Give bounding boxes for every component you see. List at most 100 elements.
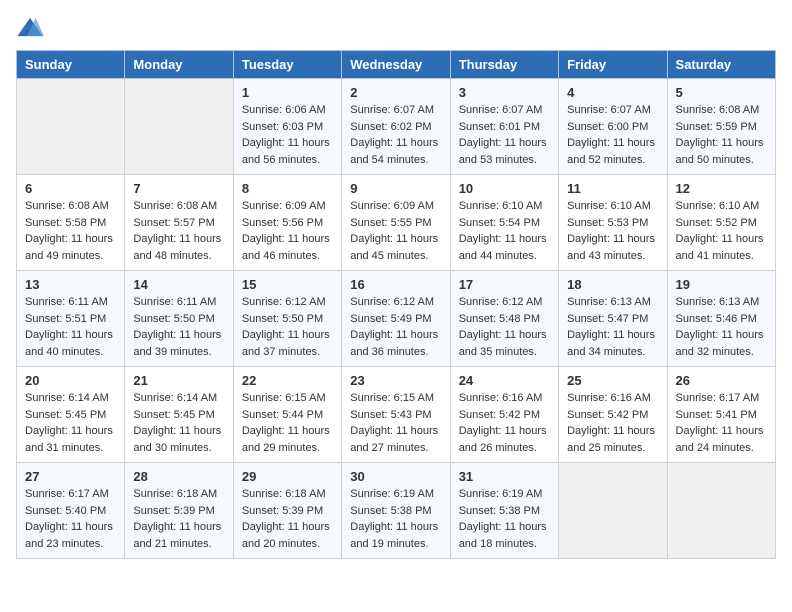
day-number: 11 <box>567 181 658 196</box>
weekday-header-wednesday: Wednesday <box>342 51 450 79</box>
weekday-header-saturday: Saturday <box>667 51 775 79</box>
cell-content: Sunrise: 6:14 AMSunset: 5:45 PMDaylight:… <box>133 390 224 456</box>
day-number: 23 <box>350 373 441 388</box>
cell-content: Sunrise: 6:09 AMSunset: 5:56 PMDaylight:… <box>242 198 333 264</box>
cell-content: Sunrise: 6:13 AMSunset: 5:47 PMDaylight:… <box>567 294 658 360</box>
day-number: 12 <box>676 181 767 196</box>
day-number: 7 <box>133 181 224 196</box>
day-number: 30 <box>350 469 441 484</box>
day-number: 14 <box>133 277 224 292</box>
calendar-cell: 23 Sunrise: 6:15 AMSunset: 5:43 PMDayligh… <box>342 367 450 463</box>
cell-content: Sunrise: 6:11 AMSunset: 5:50 PMDaylight:… <box>133 294 224 360</box>
cell-content: Sunrise: 6:16 AMSunset: 5:42 PMDaylight:… <box>459 390 550 456</box>
calendar-cell: 3 Sunrise: 6:07 AMSunset: 6:01 PMDaylight… <box>450 79 558 175</box>
calendar-cell: 25Sunrise: 6:16 AMSunset: 5:42 PMDayligh… <box>559 367 667 463</box>
cell-content: Sunrise: 6:15 AMSunset: 5:44 PMDaylight:… <box>242 390 333 456</box>
day-number: 21 <box>133 373 224 388</box>
calendar-cell <box>559 463 667 559</box>
calendar-cell: 6Sunrise: 6:08 AMSunset: 5:58 PMDaylight… <box>17 175 125 271</box>
day-number: 28 <box>133 469 224 484</box>
calendar-cell: 5 Sunrise: 6:08 AMSunset: 5:59 PMDaylight… <box>667 79 775 175</box>
cell-content: Sunrise: 6:19 AMSunset: 5:38 PMDaylight:… <box>459 486 550 552</box>
calendar-cell: 8 Sunrise: 6:09 AMSunset: 5:56 PMDaylight… <box>233 175 341 271</box>
calendar-cell: 21 Sunrise: 6:14 AMSunset: 5:45 PMDayligh… <box>125 367 233 463</box>
logo-icon <box>16 16 44 38</box>
calendar-table: SundayMondayTuesdayWednesdayThursdayFrid… <box>16 50 776 559</box>
cell-content: Sunrise: 6:10 AMSunset: 5:54 PMDaylight:… <box>459 198 550 264</box>
cell-content: Sunrise: 6:12 AMSunset: 5:48 PMDaylight:… <box>459 294 550 360</box>
cell-content: Sunrise: 6:10 AMSunset: 5:53 PMDaylight:… <box>567 198 658 264</box>
weekday-header-monday: Monday <box>125 51 233 79</box>
calendar-cell <box>125 79 233 175</box>
day-number: 31 <box>459 469 550 484</box>
cell-content: Sunrise: 6:18 AMSunset: 5:39 PMDaylight:… <box>133 486 224 552</box>
calendar-cell: 30 Sunrise: 6:19 AMSunset: 5:38 PMDayligh… <box>342 463 450 559</box>
day-number: 9 <box>350 181 441 196</box>
calendar-cell: 1 Sunrise: 6:06 AMSunset: 6:03 PMDaylight… <box>233 79 341 175</box>
cell-content: Sunrise: 6:08 AMSunset: 5:58 PMDaylight:… <box>25 198 116 264</box>
calendar-cell: 17 Sunrise: 6:12 AMSunset: 5:48 PMDayligh… <box>450 271 558 367</box>
cell-content: Sunrise: 6:12 AMSunset: 5:50 PMDaylight:… <box>242 294 333 360</box>
calendar-cell: 12 Sunrise: 6:10 AMSunset: 5:52 PMDayligh… <box>667 175 775 271</box>
calendar-cell: 15 Sunrise: 6:12 AMSunset: 5:50 PMDayligh… <box>233 271 341 367</box>
weekday-header-friday: Friday <box>559 51 667 79</box>
calendar-cell: 20Sunrise: 6:14 AMSunset: 5:45 PMDayligh… <box>17 367 125 463</box>
calendar-cell: 13 Sunrise: 6:11 AMSunset: 5:51 PMDayligh… <box>17 271 125 367</box>
day-number: 18 <box>567 277 658 292</box>
day-number: 29 <box>242 469 333 484</box>
calendar-cell: 18 Sunrise: 6:13 AMSunset: 5:47 PMDayligh… <box>559 271 667 367</box>
calendar-cell: 22Sunrise: 6:15 AMSunset: 5:44 PMDayligh… <box>233 367 341 463</box>
day-number: 1 <box>242 85 333 100</box>
day-number: 20 <box>25 373 116 388</box>
cell-content: Sunrise: 6:07 AMSunset: 6:02 PMDaylight:… <box>350 102 441 168</box>
calendar-cell: 31 Sunrise: 6:19 AMSunset: 5:38 PMDayligh… <box>450 463 558 559</box>
calendar-cell: 16 Sunrise: 6:12 AMSunset: 5:49 PMDayligh… <box>342 271 450 367</box>
day-number: 16 <box>350 277 441 292</box>
cell-content: Sunrise: 6:12 AMSunset: 5:49 PMDaylight:… <box>350 294 441 360</box>
calendar-cell <box>17 79 125 175</box>
day-number: 26 <box>676 373 767 388</box>
cell-content: Sunrise: 6:16 AMSunset: 5:42 PMDaylight:… <box>567 390 658 456</box>
calendar-cell: 24 Sunrise: 6:16 AMSunset: 5:42 PMDayligh… <box>450 367 558 463</box>
cell-content: Sunrise: 6:07 AMSunset: 6:01 PMDaylight:… <box>459 102 550 168</box>
cell-content: Sunrise: 6:17 AMSunset: 5:41 PMDaylight:… <box>676 390 767 456</box>
calendar-cell: 11 Sunrise: 6:10 AMSunset: 5:53 PMDayligh… <box>559 175 667 271</box>
calendar-cell: 7 Sunrise: 6:08 AMSunset: 5:57 PMDaylight… <box>125 175 233 271</box>
cell-content: Sunrise: 6:07 AMSunset: 6:00 PMDaylight:… <box>567 102 658 168</box>
page-header <box>16 16 776 38</box>
day-number: 27 <box>25 469 116 484</box>
calendar-cell: 27 Sunrise: 6:17 AMSunset: 5:40 PMDayligh… <box>17 463 125 559</box>
day-number: 5 <box>676 85 767 100</box>
day-number: 3 <box>459 85 550 100</box>
cell-content: Sunrise: 6:08 AMSunset: 5:59 PMDaylight:… <box>676 102 767 168</box>
calendar-cell: 29 Sunrise: 6:18 AMSunset: 5:39 PMDayligh… <box>233 463 341 559</box>
cell-content: Sunrise: 6:15 AMSunset: 5:43 PMDaylight:… <box>350 390 441 456</box>
cell-content: Sunrise: 6:10 AMSunset: 5:52 PMDaylight:… <box>676 198 767 264</box>
calendar-cell: 14 Sunrise: 6:11 AMSunset: 5:50 PMDayligh… <box>125 271 233 367</box>
day-number: 8 <box>242 181 333 196</box>
cell-content: Sunrise: 6:17 AMSunset: 5:40 PMDaylight:… <box>25 486 116 552</box>
calendar-cell: 28 Sunrise: 6:18 AMSunset: 5:39 PMDayligh… <box>125 463 233 559</box>
calendar-cell: 4 Sunrise: 6:07 AMSunset: 6:00 PMDaylight… <box>559 79 667 175</box>
day-number: 4 <box>567 85 658 100</box>
day-number: 19 <box>676 277 767 292</box>
cell-content: Sunrise: 6:19 AMSunset: 5:38 PMDaylight:… <box>350 486 441 552</box>
weekday-header-tuesday: Tuesday <box>233 51 341 79</box>
cell-content: Sunrise: 6:06 AMSunset: 6:03 PMDaylight:… <box>242 102 333 168</box>
cell-content: Sunrise: 6:13 AMSunset: 5:46 PMDaylight:… <box>676 294 767 360</box>
cell-content: Sunrise: 6:08 AMSunset: 5:57 PMDaylight:… <box>133 198 224 264</box>
calendar-cell: 9 Sunrise: 6:09 AMSunset: 5:55 PMDaylight… <box>342 175 450 271</box>
day-number: 15 <box>242 277 333 292</box>
weekday-header-thursday: Thursday <box>450 51 558 79</box>
calendar-cell <box>667 463 775 559</box>
day-number: 17 <box>459 277 550 292</box>
weekday-header-sunday: Sunday <box>17 51 125 79</box>
logo <box>16 16 48 38</box>
day-number: 2 <box>350 85 441 100</box>
day-number: 13 <box>25 277 116 292</box>
cell-content: Sunrise: 6:11 AMSunset: 5:51 PMDaylight:… <box>25 294 116 360</box>
cell-content: Sunrise: 6:09 AMSunset: 5:55 PMDaylight:… <box>350 198 441 264</box>
cell-content: Sunrise: 6:18 AMSunset: 5:39 PMDaylight:… <box>242 486 333 552</box>
day-number: 10 <box>459 181 550 196</box>
day-number: 24 <box>459 373 550 388</box>
